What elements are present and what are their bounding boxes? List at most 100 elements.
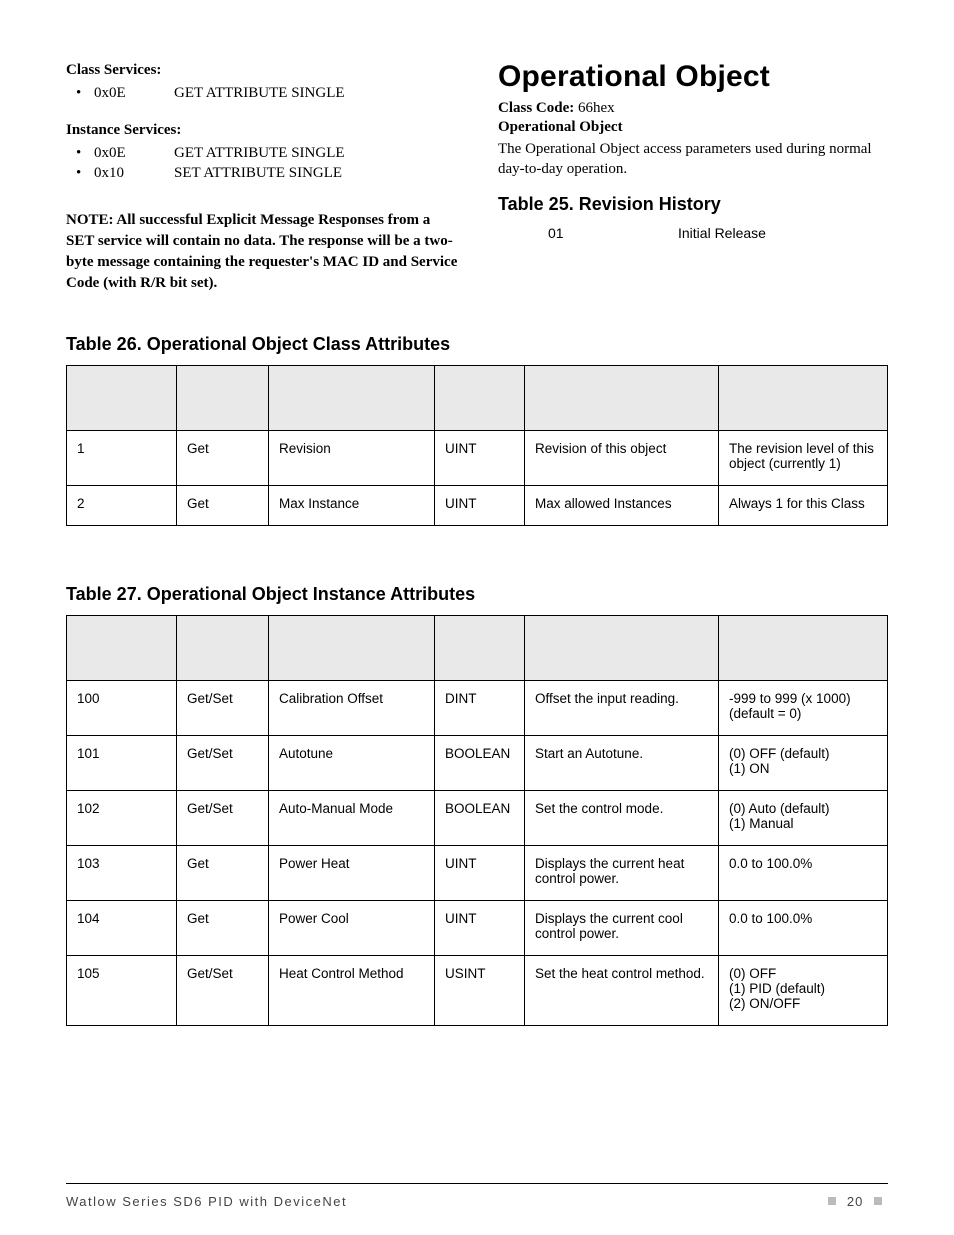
table-cell: UINT bbox=[435, 486, 525, 526]
table26: 1GetRevisionUINTRevision of this objectT… bbox=[66, 365, 888, 526]
table-cell: Get bbox=[177, 486, 269, 526]
instance-services-list: • 0x0E GET ATTRIBUTE SINGLE • 0x10 SET A… bbox=[66, 145, 462, 182]
table-cell: Displays the current heat control power. bbox=[525, 846, 719, 901]
table-cell: Heat Control Method bbox=[269, 956, 435, 1026]
table-cell: Displays the current cool control power. bbox=[525, 901, 719, 956]
table-cell: UINT bbox=[435, 901, 525, 956]
table-cell: UINT bbox=[435, 846, 525, 901]
table-header bbox=[435, 616, 525, 681]
table-cell: Get bbox=[177, 431, 269, 486]
class-code-label: Class Code: bbox=[498, 100, 574, 116]
service-code: 0x0E bbox=[94, 145, 174, 162]
service-name: GET ATTRIBUTE SINGLE bbox=[174, 145, 345, 162]
table-cell: Auto-Manual Mode bbox=[269, 791, 435, 846]
table-cell: Always 1 for this Class bbox=[719, 486, 888, 526]
revision-row: 01 Initial Release bbox=[498, 225, 888, 241]
table-cell: 0.0 to 100.0% bbox=[719, 846, 888, 901]
bullet-icon: • bbox=[76, 85, 94, 102]
note-text: NOTE: All successful Explicit Message Re… bbox=[66, 210, 462, 294]
table-header bbox=[719, 366, 888, 431]
table-cell: (0) OFF (default) (1) ON bbox=[719, 736, 888, 791]
list-item: • 0x0E GET ATTRIBUTE SINGLE bbox=[66, 145, 462, 162]
table-row: 102Get/SetAuto-Manual ModeBOOLEANSet the… bbox=[67, 791, 888, 846]
table-cell: (0) OFF (1) PID (default) (2) ON/OFF bbox=[719, 956, 888, 1026]
table-cell: 100 bbox=[67, 681, 177, 736]
page-number: 20 bbox=[847, 1194, 863, 1209]
table-cell: 105 bbox=[67, 956, 177, 1026]
table-cell: (0) Auto (default) (1) Manual bbox=[719, 791, 888, 846]
table-header-row bbox=[67, 616, 888, 681]
table-header-row bbox=[67, 366, 888, 431]
table-cell: Autotune bbox=[269, 736, 435, 791]
table-row: 1GetRevisionUINTRevision of this objectT… bbox=[67, 431, 888, 486]
table-cell: 0.0 to 100.0% bbox=[719, 901, 888, 956]
footer-left-text: Watlow Series SD6 PID with DeviceNet bbox=[66, 1194, 347, 1209]
table27-title: Table 27. Operational Object Instance At… bbox=[66, 584, 888, 605]
table-cell: BOOLEAN bbox=[435, 736, 525, 791]
page-footer: Watlow Series SD6 PID with DeviceNet 20 bbox=[66, 1183, 888, 1209]
footer-right: 20 bbox=[822, 1194, 888, 1209]
table-cell: UINT bbox=[435, 431, 525, 486]
table-header bbox=[525, 616, 719, 681]
revision-desc: Initial Release bbox=[678, 225, 766, 241]
table26-title: Table 26. Operational Object Class Attri… bbox=[66, 334, 888, 355]
table-cell: Get/Set bbox=[177, 791, 269, 846]
table-row: 104GetPower CoolUINTDisplays the current… bbox=[67, 901, 888, 956]
subheading: Operational Object bbox=[498, 119, 888, 136]
table-cell: Get/Set bbox=[177, 736, 269, 791]
table-header bbox=[525, 366, 719, 431]
service-name: GET ATTRIBUTE SINGLE bbox=[174, 85, 345, 102]
square-icon bbox=[828, 1197, 836, 1205]
table-header bbox=[67, 616, 177, 681]
table-row: 100Get/SetCalibration OffsetDINTOffset t… bbox=[67, 681, 888, 736]
table-cell: Get/Set bbox=[177, 681, 269, 736]
table-cell: 2 bbox=[67, 486, 177, 526]
instance-services-label: Instance Services: bbox=[66, 120, 462, 141]
table-cell: BOOLEAN bbox=[435, 791, 525, 846]
table-cell: The revision level of this object (curre… bbox=[719, 431, 888, 486]
bullet-icon: • bbox=[76, 165, 94, 182]
class-code-value: 66hex bbox=[578, 100, 615, 116]
table-header bbox=[269, 616, 435, 681]
table-row: 101Get/SetAutotuneBOOLEANStart an Autotu… bbox=[67, 736, 888, 791]
table25-title: Table 25. Revision History bbox=[498, 194, 888, 215]
table-cell: 1 bbox=[67, 431, 177, 486]
table-cell: Power Heat bbox=[269, 846, 435, 901]
bullet-icon: • bbox=[76, 145, 94, 162]
table-row: 105Get/SetHeat Control MethodUSINTSet th… bbox=[67, 956, 888, 1026]
table-header bbox=[269, 366, 435, 431]
table-header bbox=[435, 366, 525, 431]
revision-number: 01 bbox=[548, 225, 678, 241]
table-cell: Calibration Offset bbox=[269, 681, 435, 736]
class-services-list: • 0x0E GET ATTRIBUTE SINGLE bbox=[66, 85, 462, 102]
table-cell: 101 bbox=[67, 736, 177, 791]
table-cell: Get bbox=[177, 846, 269, 901]
table-cell: 103 bbox=[67, 846, 177, 901]
table-cell: Revision of this object bbox=[525, 431, 719, 486]
list-item: • 0x0E GET ATTRIBUTE SINGLE bbox=[66, 85, 462, 102]
service-code: 0x10 bbox=[94, 165, 174, 182]
table-cell: Offset the input reading. bbox=[525, 681, 719, 736]
section-heading: Operational Object bbox=[498, 60, 888, 94]
list-item: • 0x10 SET ATTRIBUTE SINGLE bbox=[66, 165, 462, 182]
table-cell: 104 bbox=[67, 901, 177, 956]
table-cell: USINT bbox=[435, 956, 525, 1026]
table-cell: Max allowed Instances bbox=[525, 486, 719, 526]
service-name: SET ATTRIBUTE SINGLE bbox=[174, 165, 342, 182]
table-row: 2GetMax InstanceUINTMax allowed Instance… bbox=[67, 486, 888, 526]
table-cell: Get bbox=[177, 901, 269, 956]
service-code: 0x0E bbox=[94, 85, 174, 102]
table-cell: 102 bbox=[67, 791, 177, 846]
table-header bbox=[177, 616, 269, 681]
table-cell: Start an Autotune. bbox=[525, 736, 719, 791]
table-cell: Max Instance bbox=[269, 486, 435, 526]
table27: 100Get/SetCalibration OffsetDINTOffset t… bbox=[66, 615, 888, 1026]
table-cell: DINT bbox=[435, 681, 525, 736]
table-cell: -999 to 999 (x 1000) (default = 0) bbox=[719, 681, 888, 736]
table-row: 103GetPower HeatUINTDisplays the current… bbox=[67, 846, 888, 901]
table-header bbox=[719, 616, 888, 681]
table-cell: Power Cool bbox=[269, 901, 435, 956]
class-services-label: Class Services: bbox=[66, 60, 462, 81]
description-text: The Operational Object access parameters… bbox=[498, 139, 888, 180]
table-cell: Set the control mode. bbox=[525, 791, 719, 846]
